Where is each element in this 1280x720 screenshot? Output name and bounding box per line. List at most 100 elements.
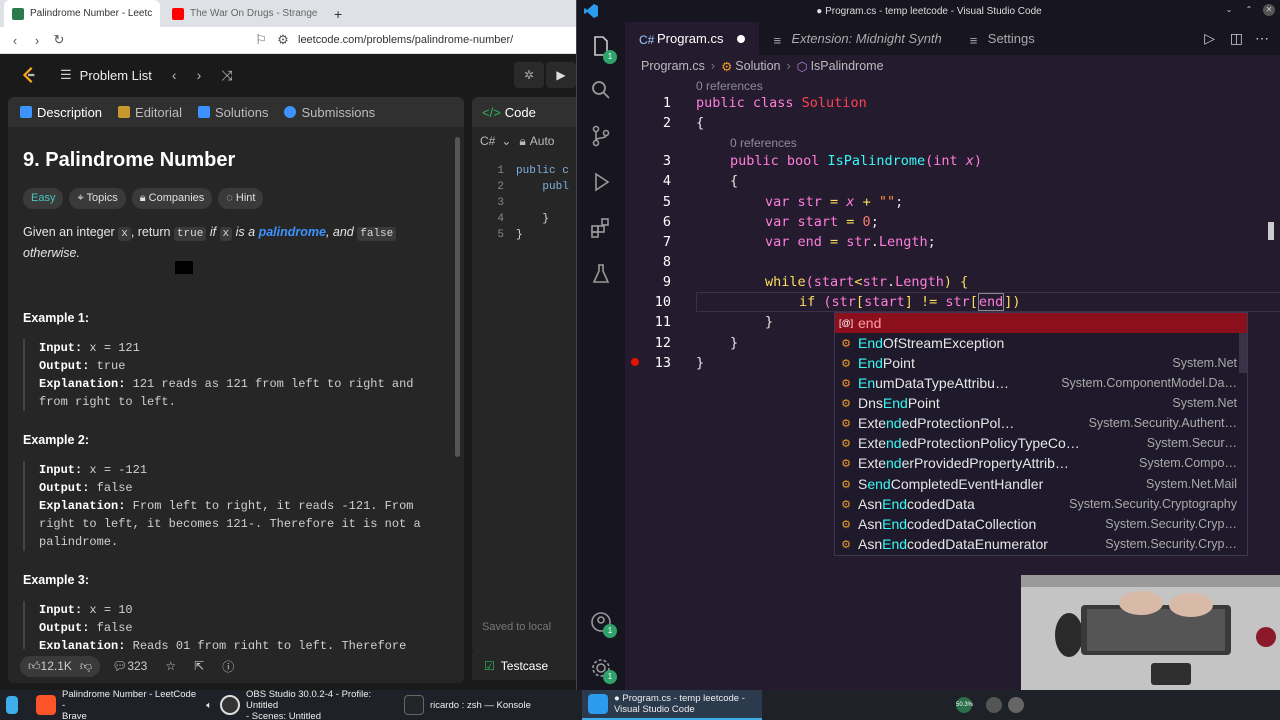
suggestion-item[interactable]: ⚙ EndOfStreamException xyxy=(835,333,1247,353)
suggestion-item[interactable]: ⚙ ExtenderProvidedPropertyAttrib… System… xyxy=(835,453,1247,473)
network-icon[interactable] xyxy=(986,697,1002,713)
suggestion-item[interactable]: ⚙ AsnEndcodedDataEnumerator System.Secur… xyxy=(835,534,1247,554)
code-line: 6 var start = 0; xyxy=(662,214,879,230)
testing-flask-icon[interactable] xyxy=(589,262,613,286)
forward-icon[interactable]: › xyxy=(26,33,48,48)
description-icon xyxy=(20,106,32,118)
editor-scrollbar[interactable] xyxy=(1268,222,1274,240)
taskbar-item-vscode[interactable]: ● Program.cs - temp leetcode - Visual Stu… xyxy=(582,690,762,720)
breadcrumb-method[interactable]: IsPalindrome xyxy=(811,59,884,73)
suggestion-item[interactable]: [@] end xyxy=(835,313,1247,333)
suggestion-item[interactable]: ⚙ AsnEndcodedDataCollection System.Secur… xyxy=(835,514,1247,534)
class-icon: ⚙ xyxy=(841,518,851,531)
topics-button[interactable]: ⌖ Topics xyxy=(69,188,126,209)
close-icon[interactable]: ✕ xyxy=(1263,4,1275,16)
tab-description[interactable]: Description xyxy=(20,105,102,120)
like-button[interactable]: 👍︎ 12.1K 👎︎ xyxy=(20,655,101,677)
browser-tab-leetcode[interactable]: Palindrome Number - Leetc ✕ xyxy=(4,0,160,27)
suggestion-item[interactable]: ⚙ ExtendedProtectionPolicyTypeCo… System… xyxy=(835,433,1247,453)
editorial-icon xyxy=(118,106,131,118)
testcase-tab[interactable]: ☑ Testcase xyxy=(472,652,576,680)
thumbs-up-icon: 👍︎ xyxy=(28,658,41,673)
split-editor-icon[interactable]: ◫ xyxy=(1230,30,1243,47)
run-debug-icon[interactable] xyxy=(589,170,613,194)
browser-tab-strip: Palindrome Number - Leetc ✕ The War On D… xyxy=(0,0,576,27)
code-line: 7 var end = str.Length; xyxy=(662,234,936,250)
thumbs-down-icon[interactable]: 👎︎ xyxy=(80,659,92,674)
auto-label[interactable]: Auto xyxy=(530,134,555,148)
konsole-icon xyxy=(404,695,424,715)
tab-settings[interactable]: ≡ Settings xyxy=(956,22,1049,55)
problem-list-link[interactable]: Problem List xyxy=(80,68,152,83)
new-tab-button[interactable]: + xyxy=(326,0,350,27)
comments-button[interactable]: 💬︎ 323 xyxy=(112,659,147,673)
companies-button[interactable]: 🔒︎ Companies xyxy=(131,188,213,209)
accounts-badge: 1 xyxy=(603,624,617,638)
bookmark-icon[interactable]: ⚐ xyxy=(250,32,272,48)
tab-editorial[interactable]: Editorial xyxy=(118,105,182,120)
extension-icon: ≡ xyxy=(773,32,782,48)
maximize-icon[interactable]: ⌃ xyxy=(1243,4,1255,16)
suggestion-item[interactable]: ⚙ EndPoint System.Net xyxy=(835,353,1247,373)
suggestion-item[interactable]: ⚙ ExtendedProtectionPol… System.Security… xyxy=(835,413,1247,433)
taskbar-item-obs[interactable]: OBS Studio 30.0.2-4 - Profile: Untitled -… xyxy=(214,689,396,720)
breadcrumb-class[interactable]: Solution xyxy=(735,59,780,73)
app-launcher-icon[interactable] xyxy=(6,690,18,720)
browser-tab-youtube[interactable]: The War On Drugs - Strange ✕ xyxy=(164,0,324,27)
vscode-icon xyxy=(588,694,608,714)
source-control-icon[interactable] xyxy=(589,124,613,148)
next-problem-icon[interactable]: › xyxy=(197,67,202,83)
tab-program-cs[interactable]: C# Program.cs xyxy=(625,22,760,55)
obs-tray-icon[interactable] xyxy=(1008,697,1024,713)
hint-button[interactable]: ◌ Hint xyxy=(218,188,264,209)
reload-icon[interactable]: ↻ xyxy=(48,32,70,48)
search-icon[interactable] xyxy=(589,78,613,102)
unsaved-dot-icon[interactable] xyxy=(737,34,746,43)
site-settings-icon[interactable]: ⚙ xyxy=(272,32,294,48)
star-icon[interactable]: ☆ xyxy=(165,659,176,673)
description-scrollbar[interactable] xyxy=(455,137,460,457)
breadcrumb-file[interactable]: Program.cs xyxy=(641,59,705,73)
comment-icon: 💬︎ xyxy=(112,659,128,673)
debug-icon[interactable]: ✲ xyxy=(514,62,544,88)
vscode-titlebar: ● Program.cs - temp leetcode - Visual St… xyxy=(577,0,1280,22)
code-line: 8 xyxy=(662,254,671,270)
codelens-references[interactable]: 0 references xyxy=(730,136,797,150)
help-icon[interactable]: ⓘ xyxy=(222,658,234,675)
difficulty-badge[interactable]: Easy xyxy=(23,188,64,209)
extensions-icon[interactable] xyxy=(589,216,613,240)
suggestion-item[interactable]: ⚙ SendCompletedEventHandler System.Net.M… xyxy=(835,474,1247,494)
more-actions-icon[interactable]: ⋯ xyxy=(1255,30,1269,47)
url-field[interactable]: leetcode.com/problems/palindrome-number/ xyxy=(298,34,513,46)
battery-icon[interactable]: 50.3% xyxy=(956,697,973,713)
obs-icon xyxy=(220,695,240,715)
palindrome-link[interactable]: palindrome xyxy=(259,225,326,239)
explorer-badge: 1 xyxy=(603,50,617,64)
suggestion-item[interactable]: ⚙ EnumDataTypeAttribu… System.ComponentM… xyxy=(835,373,1247,393)
language-select[interactable]: C# xyxy=(480,134,495,148)
breadcrumb: Program.cs › ⚙ Solution › ⬡ IsPalindrome xyxy=(641,57,884,75)
suggestion-item[interactable]: ⚙ DnsEndPoint System.Net xyxy=(835,393,1247,413)
breakpoint-icon[interactable] xyxy=(631,358,639,366)
run-file-icon[interactable]: ▷ xyxy=(1204,30,1215,47)
chevron-down-icon[interactable]: ⌄ xyxy=(501,134,511,148)
lock-icon: 🔒︎ xyxy=(519,133,526,148)
taskbar-item-konsole[interactable]: ricardo : zsh — Konsole xyxy=(398,690,580,720)
back-icon[interactable]: ‹ xyxy=(4,33,26,48)
suggestion-item[interactable]: ⚙ AsnEndcodedData System.Security.Crypto… xyxy=(835,494,1247,514)
shuffle-icon[interactable]: ⤨ xyxy=(221,67,232,84)
tab-submissions[interactable]: Submissions xyxy=(284,105,375,120)
lock-icon: 🔒︎ xyxy=(139,192,149,204)
prev-problem-icon[interactable]: ‹ xyxy=(172,67,177,83)
tab-solutions[interactable]: Solutions xyxy=(198,105,268,120)
leetcode-logo-icon[interactable] xyxy=(20,66,38,84)
tab-extension-midnight-synth[interactable]: ≡ Extension: Midnight Synth xyxy=(759,22,955,55)
taskbar-item-brave[interactable]: Palindrome Number - LeetCode - Brave 🔈︎ xyxy=(30,689,212,720)
suggestion-widget[interactable]: [@] end ⚙ EndOfStreamException ⚙ EndPoin… xyxy=(834,312,1248,556)
share-icon[interactable]: ⇱ xyxy=(194,659,204,673)
run-icon[interactable]: ▶ xyxy=(546,62,576,88)
codelens-references[interactable]: 0 references xyxy=(696,79,763,93)
list-icon[interactable]: ☰ xyxy=(60,67,72,83)
leetcode-favicon-icon xyxy=(12,7,24,20)
minimize-icon[interactable]: ⌄ xyxy=(1223,4,1235,16)
